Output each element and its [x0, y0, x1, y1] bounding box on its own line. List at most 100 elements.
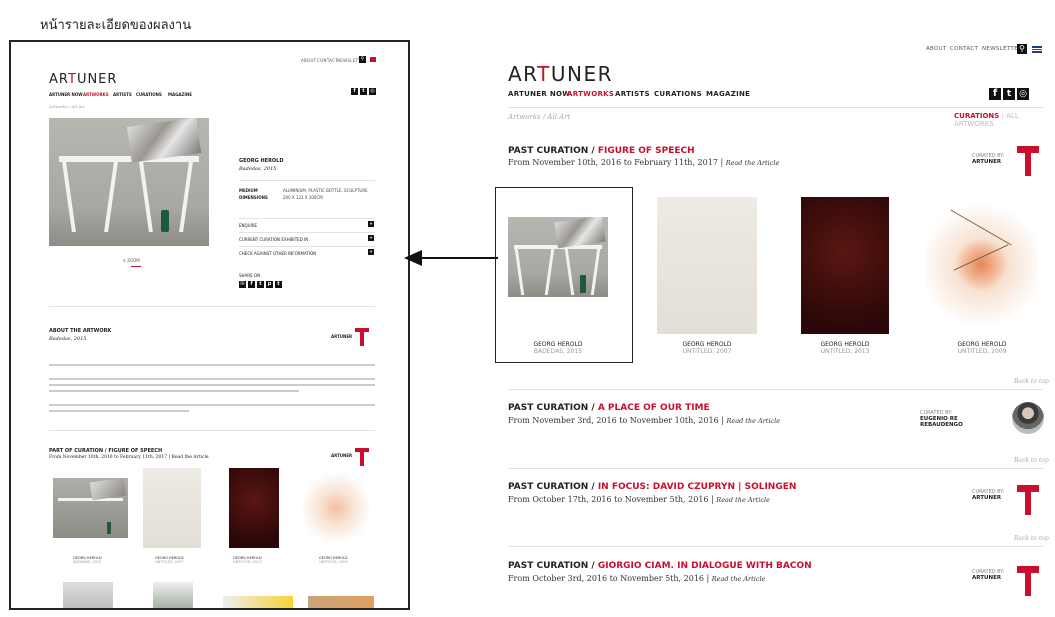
breadcrumb[interactable]: Artworks / All Art: [49, 104, 85, 109]
thumb-sculpture[interactable]: [153, 582, 193, 608]
thumb-badedas[interactable]: [53, 478, 128, 538]
artwork-main-image[interactable]: [49, 118, 209, 246]
instagram-icon[interactable]: ◎: [369, 88, 376, 95]
artuner-t-logo: [1017, 146, 1039, 176]
medium-value: ALUMINIUM, PLASTIC BOTTLE, SCULPTURE: [283, 188, 368, 193]
text-line: [49, 364, 375, 366]
part-of-dates: From November 10th, 2016 to February 11t…: [49, 455, 209, 460]
uk-flag-icon[interactable]: [1032, 46, 1042, 53]
thumb-untitled-2009[interactable]: [303, 468, 369, 548]
artwork-thumb-untitled-2007[interactable]: [657, 197, 757, 334]
facebook-icon[interactable]: f: [989, 88, 1001, 100]
about-link[interactable]: ABOUT: [926, 46, 947, 52]
nav-magazine[interactable]: MAGAZINE: [706, 90, 750, 98]
nav-artworks[interactable]: ARTWORKS: [567, 90, 614, 98]
artwork-caption: GEORG HEROLD BADEDAS, 2015: [533, 341, 583, 355]
dimensions-value: 200 X 123 X 100CM: [283, 195, 323, 200]
curation-dates: From October 3rd, 2016 to November 5th, …: [508, 574, 766, 583]
search-icon[interactable]: ⚲: [1017, 44, 1027, 54]
thumb-sculpture[interactable]: [308, 596, 374, 608]
about-curator[interactable]: ARTUNER: [331, 334, 352, 339]
part-of-curation[interactable]: PART OF CURATION / FIGURE OF SPEECH: [49, 448, 162, 454]
contact-link[interactable]: CONTACT: [950, 46, 978, 52]
curation-title[interactable]: PAST CURATION / GIORGIO CIAM. IN DIALOGU…: [508, 561, 812, 571]
curated-by: CURATED BY: ARTUNER: [972, 153, 1005, 165]
medium-label: MEDIUM: [239, 188, 258, 193]
nav-artuner-now[interactable]: ARTUNER NOW: [49, 92, 83, 97]
accordion-enquire[interactable]: ENQUIRE: [239, 223, 257, 228]
accordion-current-curation[interactable]: CURRENT CURATION EXHIBITED IN: [239, 237, 308, 242]
twitter-icon[interactable]: t: [1003, 88, 1015, 100]
back-to-top-link[interactable]: Back to top: [1014, 457, 1049, 464]
curation-title[interactable]: PAST CURATION / FIGURE OF SPEECH: [508, 146, 695, 156]
artwork-thumb-untitled-2009[interactable]: [926, 197, 1038, 334]
email-share-icon[interactable]: ✉: [239, 281, 246, 288]
expand-icon[interactable]: +: [368, 249, 374, 255]
read-article-link[interactable]: Read the Article: [716, 496, 770, 504]
filter-separator: |: [1001, 112, 1004, 120]
search-icon[interactable]: ⚲: [359, 56, 366, 63]
nav-artuner-now[interactable]: ARTUNER NOW: [508, 90, 570, 98]
site-logo[interactable]: ARTUNER: [49, 72, 117, 87]
text-line: [49, 378, 375, 380]
nav-artists[interactable]: ARTISTS: [113, 92, 132, 97]
thumb-untitled-2007[interactable]: [143, 468, 201, 548]
twitter-icon[interactable]: t: [360, 88, 367, 95]
text-line: [49, 404, 375, 406]
nav-curations[interactable]: CURATIONS: [136, 92, 162, 97]
artwork-thumb-untitled-2013[interactable]: [801, 197, 889, 334]
facebook-icon[interactable]: f: [351, 88, 358, 95]
artwork-detail-preview: ABOUT CONTACT NEWSLETTER ⚲ ARTUNER ARTUN…: [9, 40, 410, 610]
curated-by: CURATED BY: ARTUNER: [972, 489, 1005, 501]
zoom-button[interactable]: ⚲ ZOOM: [123, 258, 140, 263]
about-artwork-sub: Badedas, 2015: [49, 336, 87, 342]
read-article-link[interactable]: Read the Article: [726, 159, 780, 167]
text-line: [49, 390, 299, 392]
thumb-caption: GEORG HEROLD UNTITLED, 2009: [319, 556, 348, 564]
artwork-caption: GEORG HEROLD UNTITLED, 2007: [682, 341, 732, 355]
read-article-link[interactable]: Read the Article: [726, 417, 780, 425]
tumblr-share-icon[interactable]: t: [275, 281, 282, 288]
newsletter-link[interactable]: NEWSLETTER: [982, 46, 1022, 52]
about-link[interactable]: ABOUT: [301, 58, 316, 63]
nav-artworks[interactable]: ARTWORKS: [83, 92, 109, 97]
text-line: [49, 410, 189, 412]
thumb-sculpture[interactable]: [223, 596, 293, 608]
pinterest-share-icon[interactable]: p: [266, 281, 273, 288]
back-to-top-link[interactable]: Back to top: [1014, 378, 1049, 385]
artwork-title: Badedas, 2015: [239, 166, 277, 172]
twitter-share-icon[interactable]: t: [257, 281, 264, 288]
breadcrumb[interactable]: Artworks / All Art: [508, 113, 570, 121]
figure-caption: หน้ารายละเอียดของผลงาน: [40, 18, 192, 33]
artwork-caption: GEORG HEROLD UNTITLED, 2013: [820, 341, 870, 355]
artist-name[interactable]: GEORG HEROLD: [239, 158, 284, 164]
expand-icon[interactable]: +: [368, 235, 374, 241]
nav-curations[interactable]: CURATIONS: [654, 90, 702, 98]
artwork-caption: GEORG HEROLD UNTITLED, 2009: [957, 341, 1007, 355]
read-article-link[interactable]: Read the Article: [712, 575, 766, 583]
artwork-thumb-badedas[interactable]: [508, 217, 608, 297]
curation-title[interactable]: PAST CURATION / IN FOCUS: DAVID CZUPRYN …: [508, 482, 796, 492]
expand-icon[interactable]: +: [368, 221, 374, 227]
filter-curations[interactable]: CURATIONS: [954, 112, 999, 120]
thumb-caption: GEORG HEROLD BADEDAS, 2015: [73, 556, 102, 564]
back-to-top-link[interactable]: Back to top: [1014, 535, 1049, 542]
facebook-share-icon[interactable]: f: [248, 281, 255, 288]
flag-icon[interactable]: [370, 57, 376, 62]
thumb-untitled-2013[interactable]: [229, 468, 279, 548]
curator-avatar[interactable]: [1012, 402, 1044, 434]
site-logo[interactable]: ARTUNER: [508, 62, 613, 86]
artuner-t-logo: [1017, 485, 1039, 515]
curation-title[interactable]: PAST CURATION / A PLACE OF OUR TIME: [508, 403, 710, 413]
instagram-icon[interactable]: ◎: [1017, 88, 1029, 100]
thumb-sculpture[interactable]: [63, 582, 113, 608]
part-curator[interactable]: ARTUNER: [331, 453, 352, 458]
nav-magazine[interactable]: MAGAZINE: [168, 92, 192, 97]
contact-link[interactable]: CONTACT: [317, 58, 338, 63]
accordion-check-info[interactable]: CHECK AGAINST OTHER INFORMATION: [239, 251, 316, 256]
artuner-t-logo: [355, 328, 369, 346]
curated-by: CURATED BY: ARTUNER: [972, 569, 1005, 581]
curation-dates: From November 10th, 2016 to February 11t…: [508, 158, 780, 167]
nav-artists[interactable]: ARTISTS: [615, 90, 650, 98]
curation-dates: From November 3rd, 2016 to November 10th…: [508, 416, 781, 425]
